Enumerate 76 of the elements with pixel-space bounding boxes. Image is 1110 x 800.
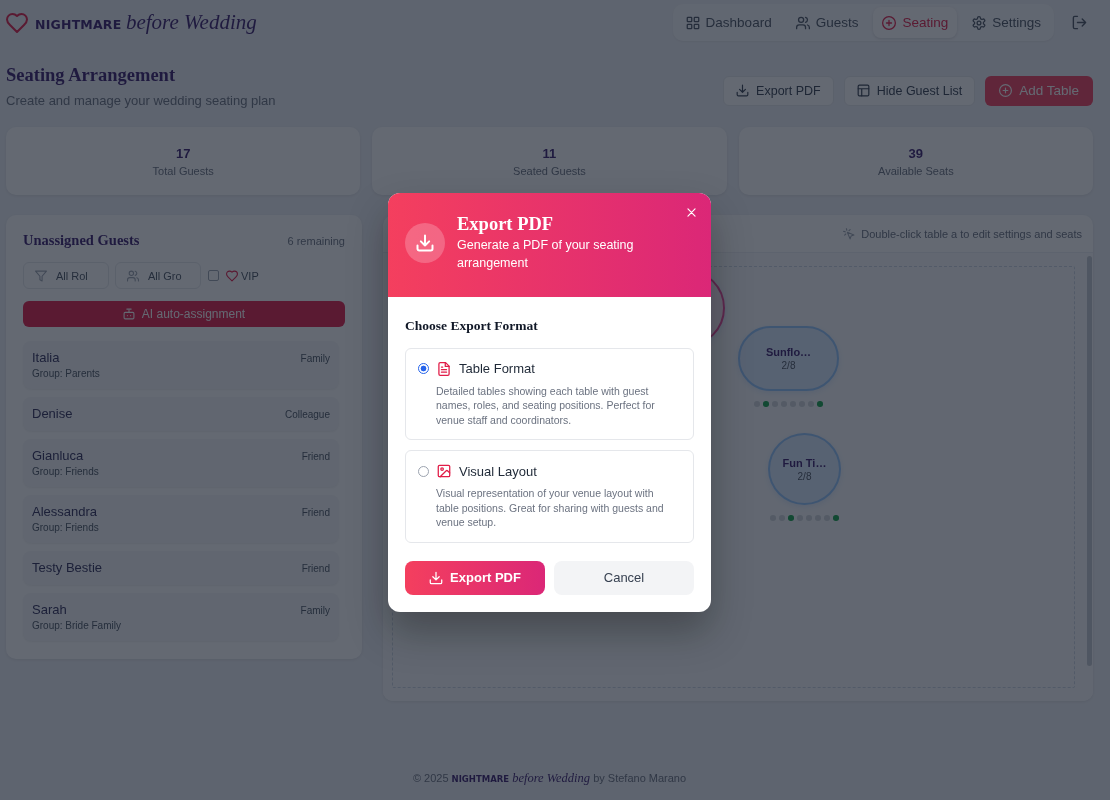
- table-name: Sunflo…: [765, 346, 812, 358]
- image-icon: [437, 464, 451, 478]
- guest-group: Group: Bride Family: [32, 620, 121, 632]
- guest-card[interactable]: Gianluca Friend Group: Friends: [23, 439, 339, 487]
- nav-tab[interactable]: Dashboard: [676, 7, 781, 38]
- guest-card[interactable]: Alessandra Friend Group: Friends: [23, 495, 339, 543]
- export-button[interactable]: Export PDF: [405, 560, 545, 595]
- logout-button[interactable]: [1072, 15, 1087, 30]
- page-title: Seating Arrangement: [6, 64, 176, 87]
- export-option[interactable]: Visual Layout Visual representation of your venue layout with table positions. Great for sharing with guests and venue setup.: [405, 450, 694, 543]
- add-table-button[interactable]: Add Table: [985, 75, 1093, 106]
- app-logo: NIGHTMARE before Wedding: [35, 10, 257, 35]
- robot-icon: [122, 308, 135, 320]
- download-icon: [429, 570, 444, 585]
- radio-button[interactable]: [418, 465, 429, 477]
- stat-value: 17: [175, 145, 191, 161]
- guest-role: Friend: [301, 562, 330, 574]
- plus-circle-icon: [882, 15, 897, 30]
- download-icon: [736, 84, 750, 97]
- guest-role: Colleague: [284, 408, 330, 420]
- checkbox[interactable]: [208, 270, 219, 281]
- option-description: Visual representation of your venue layout with table positions. Great for sharing with guests and venue setup.: [436, 486, 665, 530]
- vip-label: VIP: [241, 269, 259, 282]
- auto-assign-button[interactable]: AI auto-assignment: [23, 301, 345, 327]
- panel-title: Unassigned Guests: [23, 232, 140, 249]
- stat-value: 11: [542, 145, 557, 161]
- section-title: Choose Export Format: [405, 317, 538, 334]
- heart-icon: [226, 269, 238, 282]
- guest-name: Gianluca: [32, 448, 84, 464]
- guest-name: Italia: [32, 350, 60, 366]
- guest-card[interactable]: Testy Bestie Friend: [23, 551, 339, 585]
- pointer-click-icon: [843, 227, 856, 240]
- users-icon: [795, 15, 810, 30]
- role-filter-select[interactable]: All Rol: [23, 262, 109, 289]
- close-icon: [685, 205, 698, 219]
- download-icon: [405, 222, 445, 263]
- grid-icon: [685, 15, 700, 30]
- nav-tab[interactable]: Guests: [786, 7, 868, 38]
- guest-name: Testy Bestie: [32, 560, 103, 576]
- radio-button[interactable]: [418, 363, 429, 374]
- nav-tab[interactable]: Seating: [873, 7, 958, 38]
- guest-role: Family: [300, 604, 330, 616]
- close-button[interactable]: [685, 205, 698, 219]
- guest-card[interactable]: Italia Family Group: Parents: [23, 341, 339, 389]
- export-button[interactable]: Export PDF: [723, 75, 834, 106]
- stat-value: 39: [908, 145, 924, 161]
- layout-panel-icon: [856, 84, 870, 97]
- dialog-title: Export PDF: [457, 213, 554, 235]
- guest-role: Friend: [301, 506, 330, 518]
- document-icon: [437, 361, 451, 376]
- group-filter-select[interactable]: All Gro: [115, 262, 201, 289]
- settings-icon: [972, 15, 987, 30]
- option-title: Visual Layout: [459, 463, 537, 479]
- heart-icon: [6, 11, 28, 34]
- users-icon: [127, 269, 139, 282]
- guest-group: Group: Parents: [32, 368, 100, 380]
- guest-role: Friend: [301, 450, 330, 462]
- filter-icon: [35, 269, 47, 282]
- guest-name: Sarah: [32, 602, 67, 618]
- plus-circle-icon: [999, 84, 1013, 97]
- guest-role: Family: [300, 352, 330, 364]
- export-option[interactable]: Table Format Detailed tables showing each table with guest names, roles, and seating positions. Perfect for venue staff and coordinators.: [405, 347, 694, 440]
- guest-name: Denise: [32, 406, 73, 422]
- guest-group: Group: Friends: [32, 522, 99, 534]
- guest-name: Alessandra: [32, 504, 98, 520]
- nav-tab[interactable]: Settings: [963, 7, 1050, 38]
- cancel-button[interactable]: Cancel: [554, 560, 694, 595]
- guest-group: Group: Friends: [32, 466, 99, 478]
- hide-guest-list-button[interactable]: Hide Guest List: [843, 75, 976, 106]
- guest-card[interactable]: Sarah Family Group: Bride Family: [23, 593, 339, 641]
- guest-card[interactable]: Denise Colleague: [23, 397, 339, 431]
- logout-icon: [1072, 15, 1087, 30]
- table-name: Fun Ti…: [782, 456, 827, 469]
- option-title: Table Format: [459, 361, 535, 376]
- dialog-subtitle: Generate a PDF of your seating arrangement: [457, 237, 635, 272]
- option-description: Detailed tables showing each table with guest names, roles, and seating positions. Perfect for venue staff and coordinators.: [436, 383, 656, 427]
